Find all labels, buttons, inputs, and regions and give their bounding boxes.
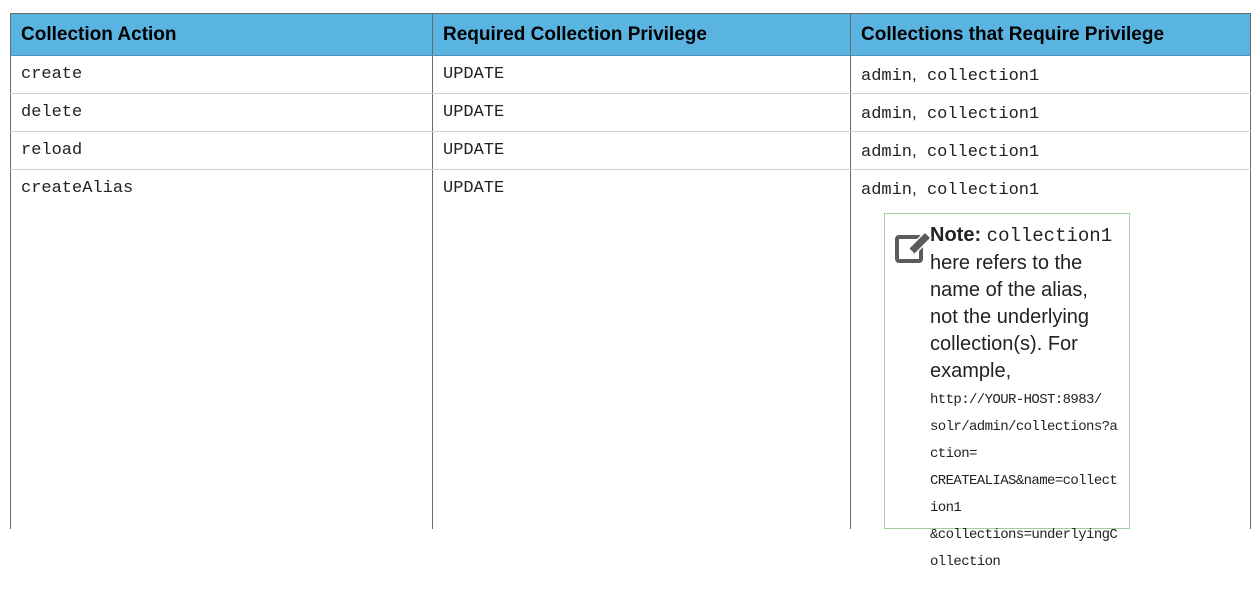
- table-row: createAlias UPDATE admin, collection1 No…: [10, 169, 1251, 570]
- table-row: reload UPDATE admin, collection1: [10, 131, 1251, 170]
- separator: ,: [912, 179, 917, 198]
- example-url-line: CREATEALIAS&name=collection1: [930, 473, 1118, 516]
- note-label: Note:: [930, 224, 982, 246]
- privilege-cell: UPDATE: [432, 55, 851, 94]
- header-required-privilege: Required Collection Privilege: [432, 13, 851, 56]
- action-cell: create: [10, 55, 433, 94]
- collection-name: collection1: [926, 67, 1040, 86]
- table-row: create UPDATE admin, collection1: [10, 55, 1251, 94]
- privileges-table: Collection Action Required Collection Pr…: [10, 13, 1251, 570]
- collection-name: collection1: [926, 143, 1040, 162]
- header-collections-require-privilege: Collections that Require Privilege: [850, 13, 1251, 56]
- collection-name: collection1: [926, 181, 1040, 200]
- example-url: http://YOUR-HOST:8983/ solr/admin/collec…: [930, 387, 1121, 576]
- note-code: collection1: [986, 225, 1113, 247]
- header-row: Collection Action Required Collection Pr…: [10, 13, 1251, 56]
- example-url-line: http://YOUR-HOST:8983/: [930, 392, 1102, 408]
- privilege-cell: UPDATE: [432, 93, 851, 132]
- privilege-cell: UPDATE: [432, 169, 851, 529]
- collection-name: admin: [861, 143, 913, 162]
- action-cell: reload: [10, 131, 433, 170]
- table-row: delete UPDATE admin, collection1: [10, 93, 1251, 132]
- privilege-cell: UPDATE: [432, 131, 851, 170]
- collections-cell: admin, collection1: [850, 131, 1251, 170]
- collection-name: admin: [861, 181, 913, 200]
- collection-name: collection1: [926, 105, 1040, 124]
- separator: ,: [912, 65, 917, 84]
- collections-cell: admin, collection1: [850, 55, 1251, 94]
- collection-name: admin: [861, 105, 913, 124]
- action-cell: createAlias: [10, 169, 433, 529]
- note-box: Note: collection1 here refers to the nam…: [884, 213, 1130, 570]
- header-collection-action: Collection Action: [10, 13, 433, 56]
- separator: ,: [912, 103, 917, 122]
- pencil-note-icon: [895, 230, 933, 263]
- example-url-line: solr/admin/collections?action=: [930, 419, 1118, 462]
- action-cell: delete: [10, 93, 433, 132]
- collections-cell: admin, collection1 Note: collection1 her…: [850, 169, 1251, 570]
- collection-name: admin: [861, 67, 913, 86]
- separator: ,: [912, 141, 917, 160]
- note-text: here refers to the name of the alias, no…: [930, 252, 1090, 382]
- collections-cell: admin, collection1: [850, 93, 1251, 132]
- example-url-line: &collections=underlyingCollection: [930, 527, 1118, 570]
